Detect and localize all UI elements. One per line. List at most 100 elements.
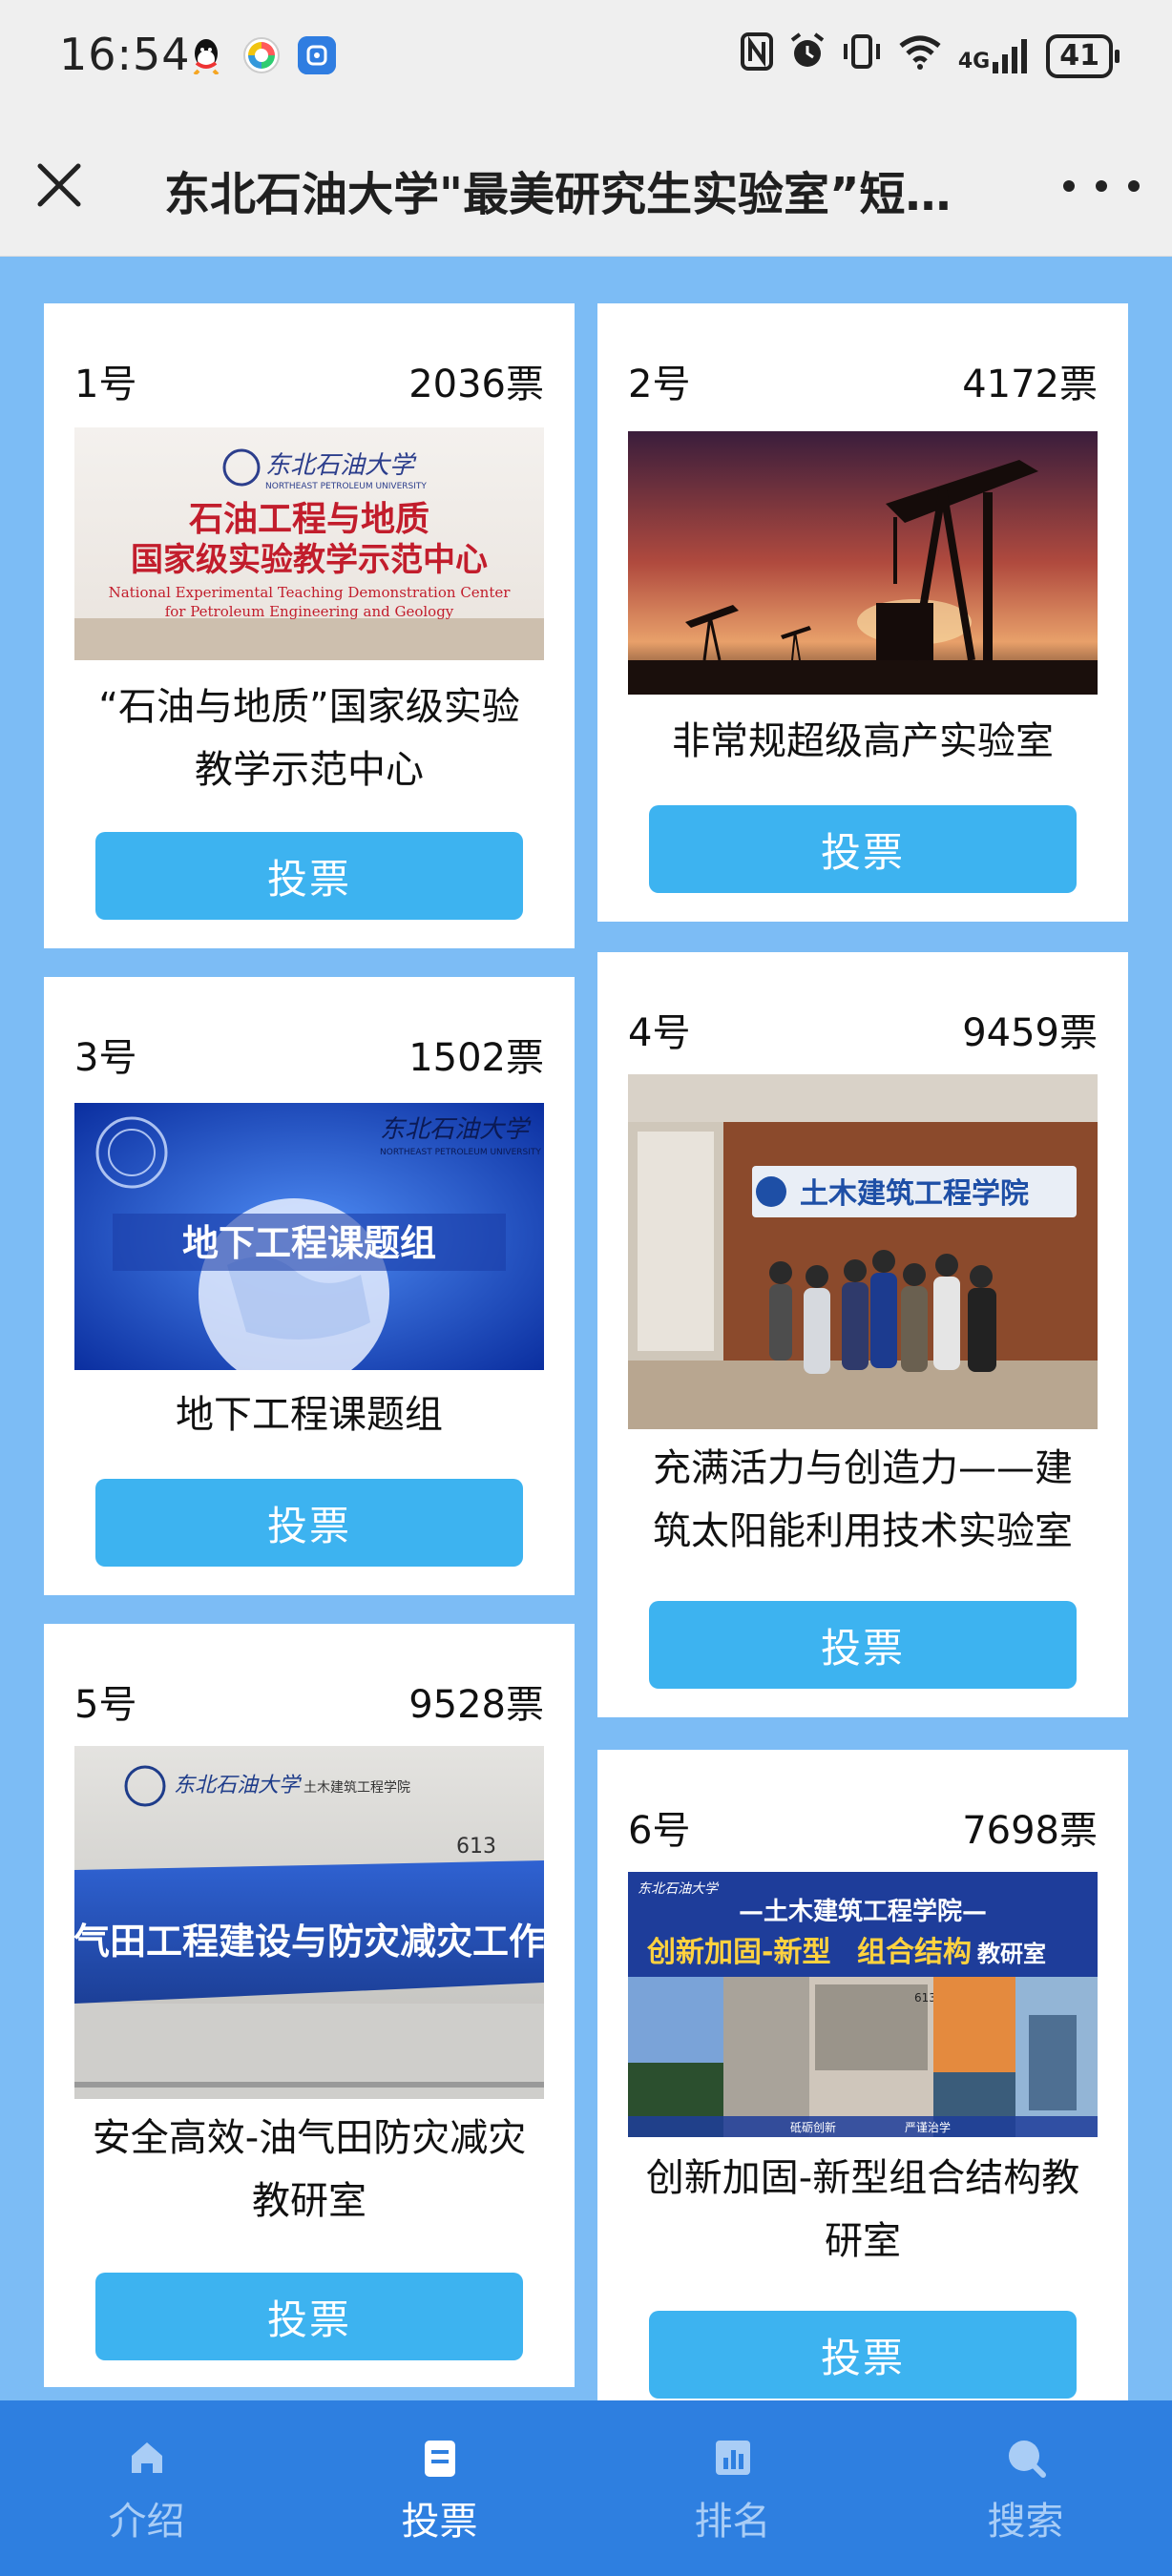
entry-name-line: 筑太阳能利用技术实验室 [653,1509,1073,1553]
vibrate-icon [842,32,882,79]
university-logo-en: NORTHEAST PETROLEUM UNIVERSITY [265,482,427,491]
vote-icon [424,2441,455,2477]
entry-name-line: 安全高效-油气田防灾减灾 [92,2116,527,2160]
room-number: 613 [914,1991,936,2005]
entry-card-6: 6号 7698票 东北石油大学 —土木建筑工程学院— 创新加固-新型 组合结构 … [597,1750,1128,2418]
vote-count: 4172票 [962,363,1098,406]
vote-button[interactable]: 投票 [649,2311,1077,2399]
entry-name-line: 地下工程课题组 [176,1393,443,1437]
signal-icon: 4G [957,38,1031,73]
entry-image-graphic: 东北石油大学 NORTHEAST PETROLEUM UNIVERSITY 地下… [74,1103,544,1370]
entry-name-line: 创新加固-新型组合结构教 [645,2156,1080,2200]
vote-button[interactable]: 投票 [649,805,1077,893]
university-logo-icon [222,448,261,487]
ranking-icon [715,2441,750,2475]
entry-name: 安全高效-油气田防灾减灾 教研室 [63,2107,555,2233]
network-type: 4G [957,49,991,73]
card-header: 3号 1502票 [74,1027,544,1082]
center-name-line1: 石油工程与地质 [189,499,429,539]
tab-label: 搜索 [987,2500,1064,2544]
app-icon [298,36,336,74]
entry-image[interactable]: 东北石油大学 NORTHEAST PETROLEUM UNIVERSITY 石油… [74,427,544,660]
battery-icon: 41 [1046,33,1120,78]
center-name-line2: 国家级实验教学示范中心 [131,541,488,579]
entry-name: “石油与地质”国家级实验 教学示范中心 [63,675,555,801]
entry-number: 6号 [628,1809,691,1853]
entry-image[interactable]: 土木建筑工程学院 [628,1074,1098,1429]
status-time: 16:54 [59,29,191,80]
center-name-en1: National Experimental Teaching Demonstra… [109,584,512,601]
banner-line2a: 创新加固-新型 [646,1936,830,1969]
entry-image-graphic: 土木建筑工程学院 [628,1074,1098,1429]
banner-line2c: 教研室 [977,1941,1046,1967]
entry-number: 2号 [628,363,691,406]
caption-left: 砥砺创新 [790,2120,836,2134]
qq-icon [187,36,225,74]
card-header: 4号 9459票 [628,1002,1098,1057]
entry-number: 3号 [74,1036,137,1080]
status-indicators: 4G 41 [740,32,1120,79]
entry-image[interactable] [628,431,1098,695]
entry-card-5: 5号 9528票 东北石油大学 土木建筑工程学院 613 油气田工程建设与防灾减… [44,1624,575,2387]
entry-number: 5号 [74,1683,137,1727]
page-title: 东北石油大学"最美研究生实验室”短… [164,168,952,221]
entry-card-2: 2号 4172票 非常规超级高产实验室 投票 [597,303,1128,922]
vote-button[interactable]: 投票 [649,1601,1077,1689]
tab-search[interactable]: 搜索 [879,2400,1172,2576]
entry-number: 1号 [74,363,137,406]
search-icon [1008,2441,1046,2478]
vote-count: 9459票 [962,1011,1098,1055]
plate-text: 油气田工程建设与防灾减灾工作室 [74,1921,544,1963]
tab-label: 排名 [694,2500,771,2544]
app-icon [242,36,281,74]
battery-level: 41 [1059,38,1099,73]
college-logo-icon [756,1176,786,1207]
entry-name: 地下工程课题组 [63,1383,555,1446]
tab-label: 介绍 [108,2500,185,2544]
entry-card-4: 4号 9459票 土木建筑工程学院 充满活力与创造力——建 筑太阳能利用技术实验… [597,952,1128,1717]
center-name-en2: for Petroleum Engineering and Geology [165,603,454,620]
vote-button[interactable]: 投票 [95,2273,523,2360]
university-logo-en: NORTHEAST PETROLEUM UNIVERSITY [380,1148,541,1157]
status-app-icons [187,36,336,74]
bottom-tab-bar: 介绍 投票 排名 搜索 [0,2400,1172,2576]
image-banner-text: 地下工程课题组 [182,1222,436,1264]
entry-image-graphic: 东北石油大学 —土木建筑工程学院— 创新加固-新型 组合结构 教研室 613 砥… [628,1872,1098,2137]
vote-count: 2036票 [408,363,544,406]
vote-button[interactable]: 投票 [95,832,523,920]
department-text: 土木建筑工程学院 [303,1780,410,1796]
entry-name-line: 教学示范中心 [195,748,424,792]
vote-button[interactable]: 投票 [95,1479,523,1567]
entry-image[interactable]: 东北石油大学 NORTHEAST PETROLEUM UNIVERSITY 地下… [74,1103,544,1370]
university-logo-text: 东北石油大学 [265,451,417,480]
status-bar: 16:54 4G 41 [0,0,1172,114]
entry-name-line: 研室 [825,2219,901,2263]
entry-image[interactable]: 东北石油大学 —土木建筑工程学院— 创新加固-新型 组合结构 教研室 613 砥… [628,1872,1098,2137]
banner-line1: —土木建筑工程学院— [739,1897,987,1926]
vote-count: 9528票 [408,1683,544,1727]
entry-name: 非常规超级高产实验室 [617,710,1109,773]
caption-right: 严谨治学 [905,2120,951,2134]
nfc-icon [740,32,773,79]
alarm-icon [788,32,827,79]
entry-image-graphic: 东北石油大学 NORTHEAST PETROLEUM UNIVERSITY 石油… [74,448,544,660]
card-header: 2号 4172票 [628,353,1098,408]
tab-vote[interactable]: 投票 [293,2400,586,2576]
college-sign-text: 土木建筑工程学院 [800,1177,1029,1211]
entry-number: 4号 [628,1011,691,1055]
entry-image-graphic: 东北石油大学 土木建筑工程学院 613 油气田工程建设与防灾减灾工作室 [74,1746,544,2099]
tab-intro[interactable]: 介绍 [0,2400,293,2576]
more-icon[interactable] [1063,172,1140,200]
vote-count: 7698票 [962,1809,1098,1853]
wifi-icon [897,32,943,79]
entry-image-graphic [628,431,1098,695]
tab-ranking[interactable]: 排名 [586,2400,879,2576]
room-number: 613 [456,1835,496,1859]
university-logo-text: 东北石油大学 [380,1115,532,1144]
entry-name: 充满活力与创造力——建 筑太阳能利用技术实验室 [617,1437,1109,1563]
entry-image[interactable]: 东北石油大学 土木建筑工程学院 613 油气田工程建设与防灾减灾工作室 [74,1746,544,2099]
card-header: 5号 9528票 [74,1673,544,1729]
entry-name-line: 非常规超级高产实验室 [672,719,1054,763]
close-icon[interactable] [29,155,90,216]
entry-name: 创新加固-新型组合结构教 研室 [617,2147,1109,2273]
